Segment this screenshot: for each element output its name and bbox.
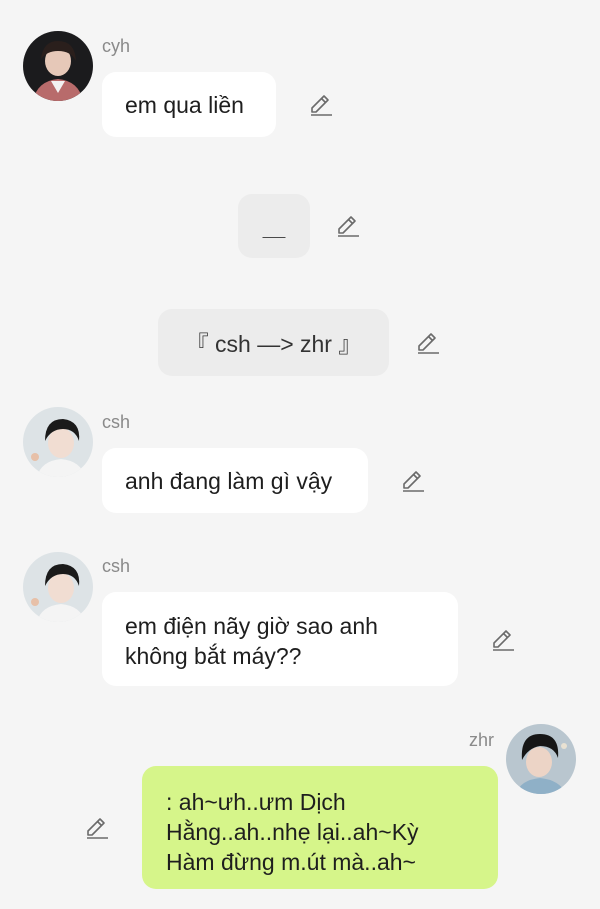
edit-icon[interactable] [335, 213, 361, 239]
message-bubble[interactable]: : ah~ưh..ưm Dịch Hằng..ah..nhẹ lại..ah~K… [142, 766, 498, 889]
system-message-bubble[interactable]: ＿ [238, 194, 310, 258]
sender-name: cyh [102, 36, 131, 56]
edit-icon[interactable] [84, 815, 110, 841]
avatar-cyh[interactable] [23, 31, 93, 101]
system-message-bubble[interactable]: 『 csh —> zhr 』 [158, 309, 389, 376]
sender-name: zhr [469, 730, 495, 750]
edit-icon[interactable] [308, 92, 334, 118]
avatar-csh[interactable] [23, 407, 93, 477]
edit-icon[interactable] [490, 627, 516, 653]
avatar-csh[interactable] [23, 552, 93, 622]
sender-name: csh [102, 412, 131, 432]
message-bubble[interactable]: anh đang làm gì vậy [102, 448, 368, 513]
message-bubble[interactable]: em điện nãy giờ sao anh không bắt máy?? [102, 592, 458, 686]
sender-name: csh [102, 556, 131, 576]
edit-icon[interactable] [400, 468, 426, 494]
message-bubble[interactable]: em qua liền [102, 72, 276, 137]
avatar-zhr[interactable] [506, 724, 576, 794]
edit-icon[interactable] [415, 330, 441, 356]
